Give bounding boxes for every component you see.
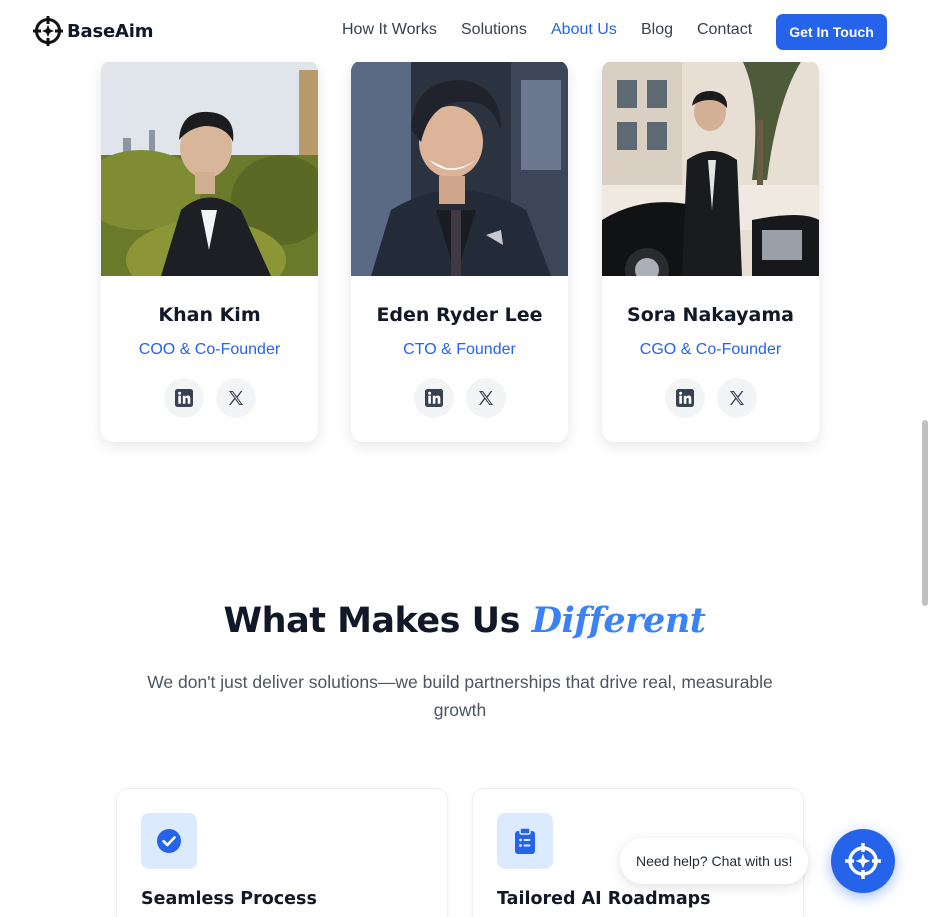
x-icon — [478, 391, 493, 405]
team-photo-image — [602, 60, 819, 276]
team-member-role: CGO & Co-Founder — [639, 341, 782, 358]
site-header: BaseAim How It Works Solutions About Us … — [0, 0, 929, 62]
linkedin-link[interactable] — [664, 378, 705, 418]
feature-icon-box — [497, 813, 553, 869]
x-link[interactable] — [465, 378, 506, 418]
check-circle-icon — [157, 829, 181, 853]
team-member-name: Khan Kim — [158, 304, 261, 326]
team-photo — [101, 60, 318, 276]
feature-icon-box — [141, 813, 197, 869]
chat-launcher-button[interactable] — [831, 829, 895, 893]
team-photo-image — [351, 60, 568, 276]
page-scrollbar[interactable] — [922, 420, 928, 606]
brand-name: BaseAim — [67, 20, 154, 42]
x-link[interactable] — [716, 378, 757, 418]
team-member-role: COO & Co-Founder — [138, 341, 281, 358]
nav-about-us[interactable]: About Us — [551, 21, 617, 39]
linkedin-icon — [174, 389, 193, 407]
team-photo-image — [101, 60, 318, 276]
team-photo — [351, 60, 568, 276]
feature-title: Tailored AI Roadmaps — [497, 889, 711, 909]
brand-logo[interactable]: BaseAim — [32, 15, 153, 47]
clipboard-list-icon — [515, 827, 535, 854]
team-member-role: CTO & Founder — [403, 341, 516, 358]
feature-title: Seamless Process — [141, 889, 317, 909]
crosshair-icon — [845, 843, 881, 879]
section-title: What Makes Us Different — [0, 600, 929, 641]
team-photo — [602, 60, 819, 276]
social-links — [101, 378, 318, 418]
section-title-main: What Makes Us — [223, 601, 521, 641]
nav-contact[interactable]: Contact — [697, 21, 752, 39]
x-icon — [228, 391, 243, 405]
social-links — [602, 378, 819, 418]
team-member-name: Sora Nakayama — [627, 304, 794, 326]
team-member-name: Eden Ryder Lee — [376, 304, 543, 326]
crosshair-logo-icon — [33, 16, 63, 46]
team-card: Khan Kim COO & Co-Founder — [101, 60, 318, 442]
nav-solutions[interactable]: Solutions — [461, 21, 527, 39]
nav-blog[interactable]: Blog — [641, 21, 673, 39]
linkedin-icon — [424, 389, 443, 407]
section-subtitle: We don't just deliver solutions—we build… — [147, 672, 773, 720]
chat-prompt-bubble[interactable]: Need help? Chat with us! — [620, 838, 809, 884]
section-title-accent: Different — [531, 600, 706, 641]
linkedin-icon — [675, 389, 694, 407]
x-link[interactable] — [215, 378, 256, 418]
nav-how-it-works[interactable]: How It Works — [342, 21, 437, 39]
team-card: Sora Nakayama CGO & Co-Founder — [602, 60, 819, 442]
x-icon — [729, 391, 744, 405]
linkedin-link[interactable] — [413, 378, 454, 418]
get-in-touch-button[interactable]: Get In Touch — [776, 14, 887, 50]
social-links — [351, 378, 568, 418]
linkedin-link[interactable] — [163, 378, 204, 418]
team-card: Eden Ryder Lee CTO & Founder — [351, 60, 568, 442]
feature-card: Seamless Process — [116, 788, 448, 917]
